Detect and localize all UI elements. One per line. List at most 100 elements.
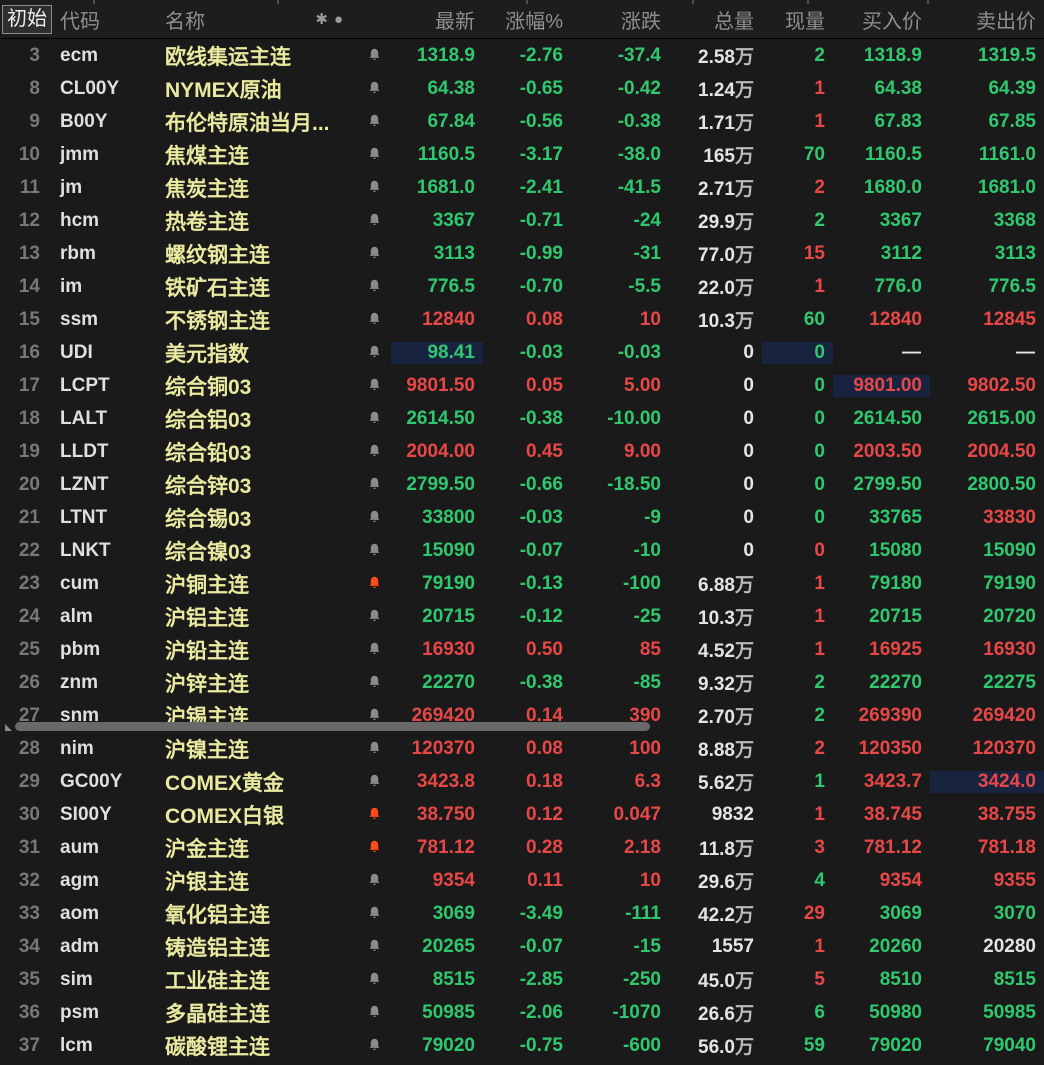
bell-icon[interactable]: [366, 212, 383, 229]
symbol-code[interactable]: psm: [52, 1002, 157, 1024]
alert-bell-cell[interactable]: [357, 773, 391, 790]
table-row[interactable]: 25 pbm 沪铅主连 16930 0.50 85 4.52万 1 16925 16930: [0, 633, 1044, 666]
table-row[interactable]: 34 adm 铸造铝主连 20265 -0.07 -15 1557 1 20260 20280: [0, 930, 1044, 963]
bell-icon[interactable]: [366, 278, 383, 295]
bell-icon[interactable]: [366, 773, 383, 790]
table-row[interactable]: 13 rbm 螺纹钢主连 3113 -0.99 -31 77.0万 15 3112 3113: [0, 237, 1044, 270]
alert-bell-cell[interactable]: [357, 1004, 391, 1021]
alert-bell-cell[interactable]: [357, 377, 391, 394]
symbol-name[interactable]: 工业硅主连: [157, 965, 357, 995]
table-row[interactable]: 24 alm 沪铝主连 20715 -0.12 -25 10.3万 1 20715 20720: [0, 600, 1044, 633]
symbol-name[interactable]: 沪铝主连: [157, 602, 357, 632]
table-row[interactable]: 28 nim 沪镍主连 120370 0.08 100 8.88万 2 120350 120370: [0, 732, 1044, 765]
table-row[interactable]: 36 psm 多晶硅主连 50985 -2.06 -1070 26.6万 6 50980 5098…: [0, 996, 1044, 1029]
bell-icon[interactable]: [366, 608, 383, 625]
col-header-bid[interactable]: 买入价: [833, 5, 930, 34]
table-row[interactable]: 37 lcm 碳酸锂主连 79020 -0.75 -600 56.0万 59 79020 7904…: [0, 1029, 1044, 1062]
table-row[interactable]: 20 LZNT 综合锌03 2799.50 -0.66 -18.50 0 0 2799.50 28…: [0, 468, 1044, 501]
bell-icon[interactable]: [366, 311, 383, 328]
table-row[interactable]: 3 ecm 欧线集运主连 1318.9 -2.76 -37.4 2.58万 2 1318.9 13…: [0, 39, 1044, 72]
symbol-code[interactable]: pbm: [52, 639, 157, 661]
table-row[interactable]: 14 im 铁矿石主连 776.5 -0.70 -5.5 22.0万 1 776.0 776.5: [0, 270, 1044, 303]
bell-icon[interactable]: [366, 872, 383, 889]
bell-alert-active-icon[interactable]: [366, 839, 383, 856]
table-row[interactable]: 32 agm 沪银主连 9354 0.11 10 29.6万 4 9354 9355: [0, 864, 1044, 897]
bell-icon[interactable]: [366, 476, 383, 493]
alert-bell-cell[interactable]: [357, 971, 391, 988]
alert-bell-cell[interactable]: [357, 608, 391, 625]
symbol-code[interactable]: sim: [52, 969, 157, 991]
bell-icon[interactable]: [366, 377, 383, 394]
symbol-name[interactable]: 焦炭主连: [157, 173, 357, 203]
symbol-name[interactable]: 综合镍03: [157, 536, 357, 566]
symbol-name[interactable]: 焦煤主连: [157, 140, 357, 170]
symbol-name[interactable]: COMEX白银: [157, 800, 357, 830]
symbol-name[interactable]: 美元指数: [157, 338, 357, 368]
alert-bell-cell[interactable]: [357, 575, 391, 592]
alert-bell-cell[interactable]: [357, 146, 391, 163]
symbol-code[interactable]: adm: [52, 936, 157, 958]
bell-icon[interactable]: [366, 542, 383, 559]
bell-icon[interactable]: [366, 80, 383, 97]
symbol-code[interactable]: hcm: [52, 210, 157, 232]
symbol-code[interactable]: jmm: [52, 144, 157, 166]
symbol-code[interactable]: nim: [52, 738, 157, 760]
symbol-name[interactable]: 综合铜03: [157, 371, 357, 401]
bell-alert-active-icon[interactable]: [366, 806, 383, 823]
symbol-code[interactable]: ssm: [52, 309, 157, 331]
alert-bell-cell[interactable]: [357, 641, 391, 658]
symbol-name[interactable]: 碳酸锂主连: [157, 1031, 357, 1061]
alert-bell-cell[interactable]: [357, 509, 391, 526]
table-row[interactable]: 30 SI00Y COMEX白银 38.750 0.12 0.047 9832 1 38.745…: [0, 798, 1044, 831]
table-row[interactable]: 15 ssm 不锈钢主连 12840 0.08 10 10.3万 60 12840 12845: [0, 303, 1044, 336]
symbol-name[interactable]: 氧化铝主连: [157, 899, 357, 929]
col-header-last[interactable]: 最新: [391, 5, 483, 34]
scrollbar-resize-grip[interactable]: [5, 724, 12, 731]
table-row[interactable]: 35 sim 工业硅主连 8515 -2.85 -250 45.0万 5 8510 8515: [0, 963, 1044, 996]
symbol-code[interactable]: LTNT: [52, 507, 157, 529]
alert-bell-cell[interactable]: [357, 113, 391, 130]
symbol-name[interactable]: 螺纹钢主连: [157, 239, 357, 269]
bell-icon[interactable]: [366, 179, 383, 196]
symbol-code[interactable]: lcm: [52, 1035, 157, 1057]
table-row[interactable]: 33 aom 氧化铝主连 3069 -3.49 -111 42.2万 29 3069 3070: [0, 897, 1044, 930]
symbol-code[interactable]: B00Y: [52, 111, 157, 133]
symbol-code[interactable]: im: [52, 276, 157, 298]
horizontal-scrollbar-thumb[interactable]: [15, 722, 650, 731]
bell-icon[interactable]: [366, 674, 383, 691]
symbol-code[interactable]: cum: [52, 573, 157, 595]
alert-bell-cell[interactable]: [357, 476, 391, 493]
asterisk-icon[interactable]: ✱: [315, 10, 328, 28]
symbol-code[interactable]: aom: [52, 903, 157, 925]
table-row[interactable]: 26 znm 沪锌主连 22270 -0.38 -85 9.32万 2 22270 22275: [0, 666, 1044, 699]
symbol-code[interactable]: LLDT: [52, 441, 157, 463]
table-row[interactable]: 21 LTNT 综合锡03 33800 -0.03 -9 0 0 33765 33830: [0, 501, 1044, 534]
bell-icon[interactable]: [366, 146, 383, 163]
bell-icon[interactable]: [366, 641, 383, 658]
alert-bell-cell[interactable]: [357, 674, 391, 691]
alert-bell-cell[interactable]: [357, 938, 391, 955]
symbol-code[interactable]: LNKT: [52, 540, 157, 562]
symbol-code[interactable]: LALT: [52, 408, 157, 430]
symbol-name[interactable]: 综合锡03: [157, 503, 357, 533]
symbol-name[interactable]: 沪锌主连: [157, 668, 357, 698]
table-row[interactable]: 8 CL00Y NYMEX原油 64.38 -0.65 -0.42 1.24万 1 64.38 6…: [0, 72, 1044, 105]
alert-bell-cell[interactable]: [357, 311, 391, 328]
bell-icon[interactable]: [366, 410, 383, 427]
alert-bell-cell[interactable]: [357, 410, 391, 427]
alert-bell-cell[interactable]: [357, 740, 391, 757]
alert-bell-cell[interactable]: [357, 806, 391, 823]
alert-bell-cell[interactable]: [357, 872, 391, 889]
col-header-code[interactable]: 代码: [52, 5, 157, 34]
table-row[interactable]: 31 aum 沪金主连 781.12 0.28 2.18 11.8万 3 781.12 781.1…: [0, 831, 1044, 864]
symbol-code[interactable]: jm: [52, 177, 157, 199]
circle-icon[interactable]: ●: [334, 11, 343, 28]
table-row[interactable]: 22 LNKT 综合镍03 15090 -0.07 -10 0 0 15080 15090: [0, 534, 1044, 567]
alert-bell-cell[interactable]: [357, 905, 391, 922]
alert-bell-cell[interactable]: [357, 47, 391, 64]
symbol-code[interactable]: LZNT: [52, 474, 157, 496]
alert-bell-cell[interactable]: [357, 443, 391, 460]
bell-icon[interactable]: [366, 113, 383, 130]
symbol-name[interactable]: 欧线集运主连: [157, 41, 357, 71]
symbol-code[interactable]: rbm: [52, 243, 157, 265]
